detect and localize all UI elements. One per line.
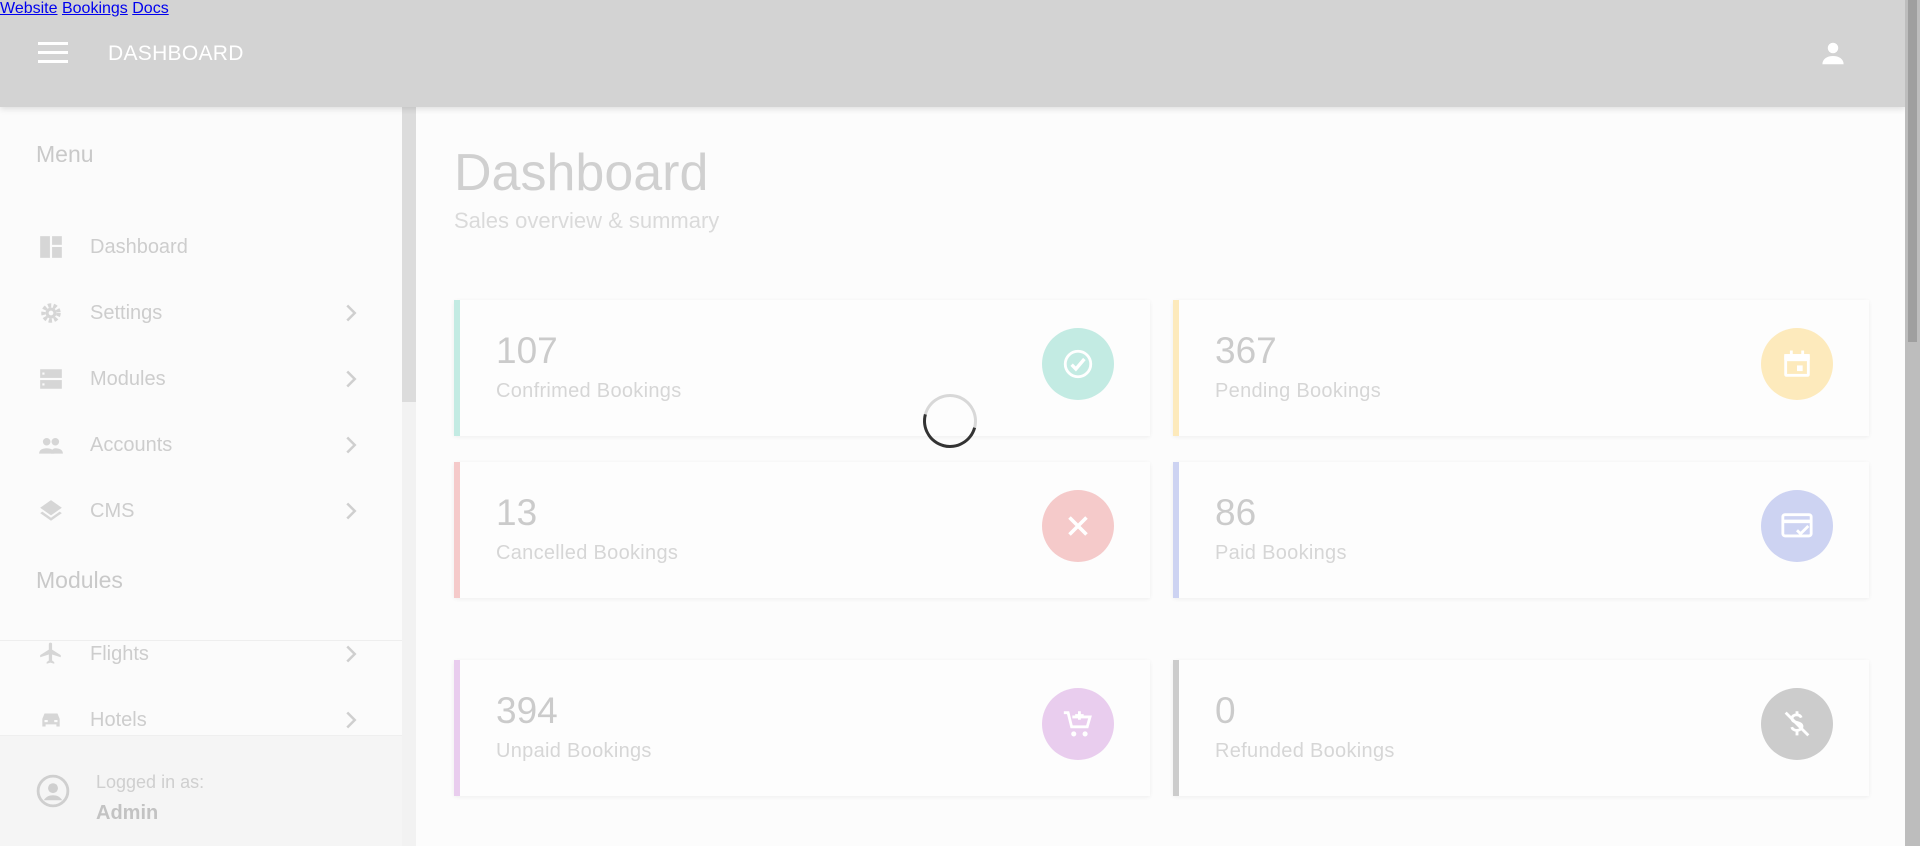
stat-value: 13 bbox=[496, 492, 538, 533]
sidebar-item-modules[interactable]: Modules bbox=[0, 352, 402, 408]
stat-label: Cancelled Bookings bbox=[496, 542, 679, 564]
stat-value: 367 bbox=[1215, 330, 1277, 371]
car-icon bbox=[42, 713, 60, 727]
chevron-right-icon bbox=[346, 502, 357, 520]
stat-value: 107 bbox=[496, 330, 558, 371]
sidebar-item-label: Dashboard bbox=[90, 236, 188, 258]
credit-card-check-icon bbox=[1761, 490, 1833, 562]
brand-title: DASHBOARD bbox=[108, 42, 244, 65]
chevron-right-icon bbox=[346, 645, 357, 663]
account-icon[interactable] bbox=[1818, 38, 1848, 68]
page-subtitle: Sales overview & summary bbox=[454, 208, 720, 233]
sidebar-item-label: Accounts bbox=[90, 434, 173, 456]
stat-value: 394 bbox=[496, 690, 558, 731]
sidebar-item-cms[interactable]: CMS bbox=[0, 484, 402, 540]
sidebar-user-footer: Logged in as: Admin bbox=[0, 735, 402, 846]
modules-icon bbox=[40, 369, 62, 389]
sidebar: Menu Dashboard Settings Modules Accounts bbox=[0, 107, 404, 846]
sidebar-item-flights[interactable]: Flights bbox=[0, 627, 402, 683]
sidebar-item-label: Modules bbox=[90, 368, 166, 390]
stat-label: Refunded Bookings bbox=[1215, 740, 1395, 762]
airplane-icon bbox=[40, 642, 61, 664]
chevron-right-icon bbox=[346, 436, 357, 454]
dashboard-icon bbox=[40, 236, 62, 258]
stat-value: 0 bbox=[1215, 690, 1236, 731]
stat-value: 86 bbox=[1215, 492, 1257, 533]
stat-card-paid[interactable]: 86 Paid Bookings bbox=[1173, 462, 1869, 598]
sidebar-item-label: Settings bbox=[90, 302, 163, 324]
sidebar-item-dashboard[interactable]: Dashboard bbox=[0, 220, 402, 276]
logged-in-user: Admin bbox=[96, 802, 159, 824]
nav-link-bookings[interactable]: Bookings bbox=[62, 0, 128, 17]
page-scrollbar[interactable] bbox=[1905, 0, 1920, 846]
sidebar-item-accounts[interactable]: Accounts bbox=[0, 418, 402, 474]
sidebar-modules-heading: Modules bbox=[36, 567, 123, 593]
sidebar-item-label: CMS bbox=[90, 500, 135, 522]
stat-card-pending[interactable]: 367 Pending Bookings bbox=[1173, 300, 1869, 436]
close-icon bbox=[1042, 490, 1114, 562]
stat-card-cancelled[interactable]: 13 Cancelled Bookings bbox=[454, 462, 1150, 598]
page-title: Dashboard bbox=[454, 144, 709, 202]
top-app-bar: DASHBOARD Website Bookings Docs bbox=[0, 0, 1905, 107]
sidebar-item-label: Hotels bbox=[90, 709, 147, 731]
stat-label: Pending Bookings bbox=[1215, 380, 1382, 402]
chevron-right-icon bbox=[346, 711, 357, 729]
stat-card-confirmed[interactable]: 107 Confrimed Bookings bbox=[454, 300, 1150, 436]
layers-icon bbox=[40, 500, 62, 521]
account-circle-icon bbox=[36, 774, 70, 808]
cart-icon bbox=[1042, 688, 1114, 760]
people-icon bbox=[39, 437, 63, 454]
sidebar-menu-heading: Menu bbox=[36, 141, 94, 167]
logged-in-label: Logged in as: bbox=[96, 772, 205, 792]
chevron-right-icon bbox=[346, 370, 357, 388]
sidebar-scrollbar-track bbox=[402, 402, 416, 846]
stat-label: Confrimed Bookings bbox=[496, 380, 682, 402]
calendar-icon bbox=[1761, 328, 1833, 400]
stat-label: Paid Bookings bbox=[1215, 542, 1347, 564]
nav-link-docs[interactable]: Docs bbox=[132, 0, 168, 17]
check-circle-icon bbox=[1042, 328, 1114, 400]
page-scrollbar-thumb[interactable] bbox=[1908, 0, 1917, 342]
sidebar-scrollbar-thumb[interactable] bbox=[402, 107, 416, 402]
stat-card-refunded[interactable]: 0 Refunded Bookings bbox=[1173, 660, 1869, 796]
stat-label: Unpaid Bookings bbox=[496, 740, 652, 762]
nav-link-website[interactable]: Website bbox=[0, 0, 58, 17]
menu-icon[interactable] bbox=[38, 42, 68, 64]
chevron-right-icon bbox=[346, 304, 357, 322]
no-money-icon bbox=[1761, 688, 1833, 760]
sidebar-item-label: Flights bbox=[90, 643, 149, 665]
sidebar-item-settings[interactable]: Settings bbox=[0, 286, 402, 342]
gear-icon bbox=[41, 303, 61, 323]
stat-card-unpaid[interactable]: 394 Unpaid Bookings bbox=[454, 660, 1150, 796]
